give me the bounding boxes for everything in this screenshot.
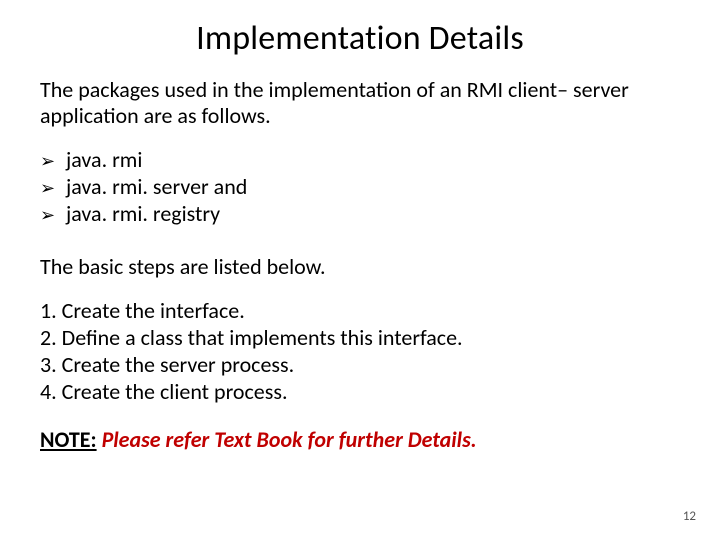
list-item: ➢ java. rmi. server and <box>40 174 680 201</box>
arrow-icon: ➢ <box>40 178 66 200</box>
note-line: NOTE: Please refer Text Book for further… <box>40 426 680 453</box>
page-number: 12 <box>683 509 696 524</box>
list-item: 1. Create the interface. <box>40 298 680 325</box>
slide-title: Implementation Details <box>40 18 680 59</box>
list-item: 2. Define a class that implements this i… <box>40 325 680 352</box>
steps-list: 1. Create the interface. 2. Define a cla… <box>40 298 680 405</box>
steps-intro: The basic steps are listed below. <box>40 253 680 280</box>
list-item-label: java. rmi <box>66 147 142 174</box>
note-label: NOTE: <box>40 426 97 453</box>
note-text: Please refer Text Book for further Detai… <box>97 426 477 453</box>
arrow-icon: ➢ <box>40 205 66 227</box>
list-item: ➢ java. rmi <box>40 147 680 174</box>
slide: Implementation Details The packages used… <box>0 0 720 540</box>
list-item: 3. Create the server process. <box>40 352 680 379</box>
arrow-icon: ➢ <box>40 151 66 173</box>
package-list: ➢ java. rmi ➢ java. rmi. server and ➢ ja… <box>40 147 680 227</box>
list-item: ➢ java. rmi. registry <box>40 201 680 228</box>
list-item-label: java. rmi. registry <box>66 201 220 228</box>
list-item-label: java. rmi. server and <box>66 174 247 201</box>
list-item: 4. Create the client process. <box>40 379 680 406</box>
intro-paragraph: The packages used in the implementation … <box>40 77 680 129</box>
